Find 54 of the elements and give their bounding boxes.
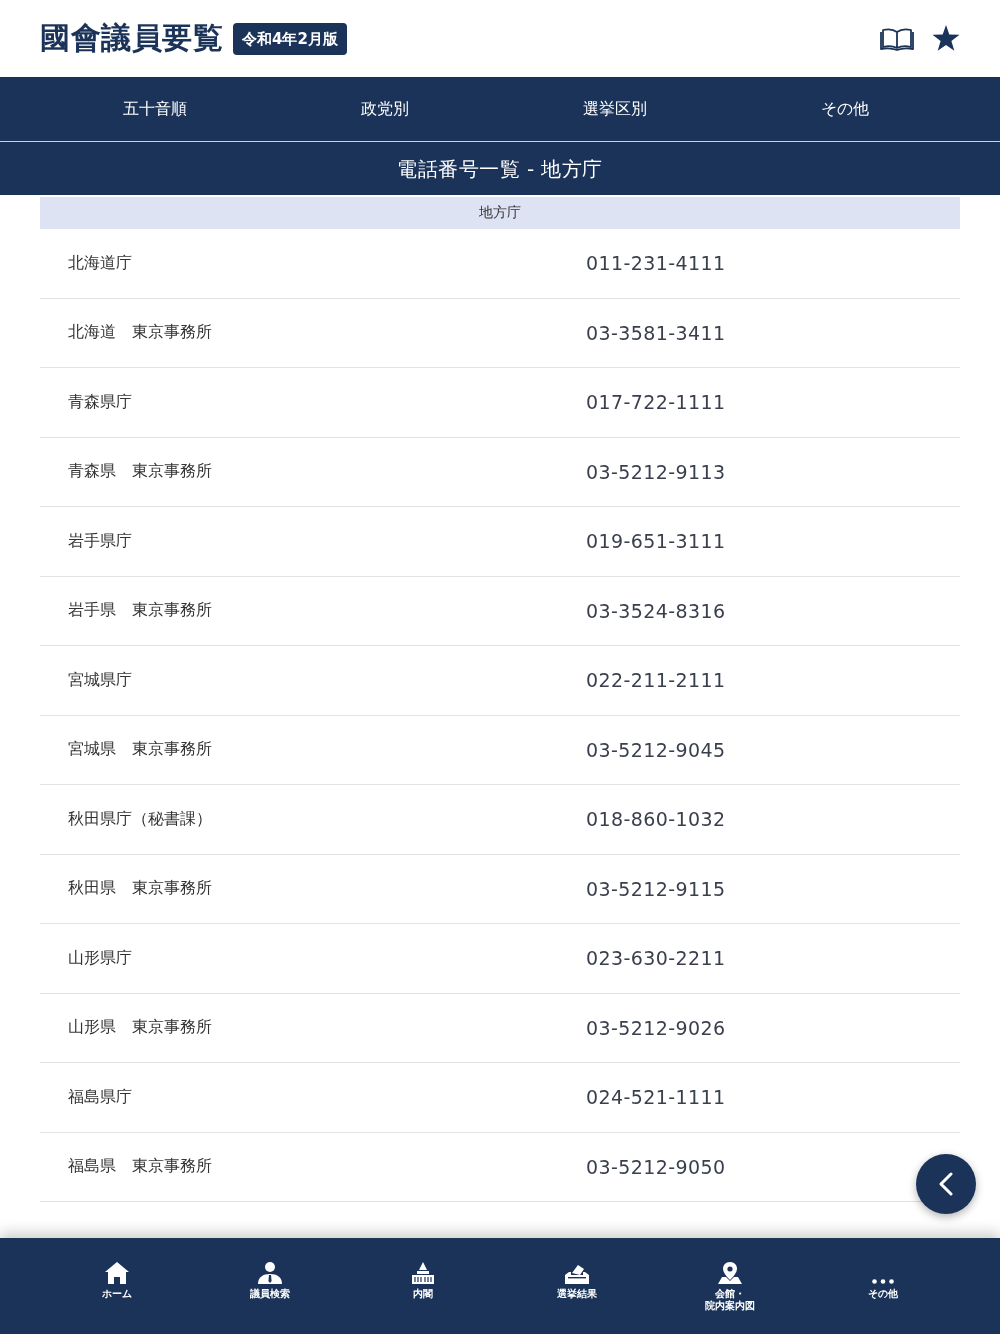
page-title: 電話番号一覧 - 地方庁 <box>397 155 603 183</box>
parliament-building-icon <box>411 1262 436 1284</box>
office-name: 山形県庁 <box>68 947 133 969</box>
phone-number: 03-5212-9045 <box>586 738 727 761</box>
phone-number: 018-860-1032 <box>586 808 727 831</box>
favorite-button[interactable] <box>932 25 960 52</box>
office-name: 青森県庁 <box>68 391 133 413</box>
phone-number: 017-722-1111 <box>586 391 727 414</box>
nav-item[interactable]: その他 <box>806 1238 960 1334</box>
office-name: 北海道 東京事務所 <box>68 322 213 344</box>
office-name: 福島県 東京事務所 <box>68 1156 213 1178</box>
office-name: 秋田県庁（秘書課） <box>68 808 213 830</box>
phone-number: 03-3524-8316 <box>586 599 727 622</box>
category-tab[interactable]: 五十音順 <box>40 77 270 141</box>
phone-number: 03-5212-9026 <box>586 1016 727 1039</box>
nav-item[interactable]: 選挙結果 <box>500 1238 654 1334</box>
more-icon <box>872 1279 895 1284</box>
section-header: 地方庁 <box>40 197 960 229</box>
phone-number: 022-211-2111 <box>586 669 727 692</box>
ballot-box-icon <box>564 1264 589 1284</box>
phone-number: 03-5212-9050 <box>586 1155 727 1178</box>
phone-number: 024-521-1111 <box>586 1086 727 1109</box>
office-name: 福島県庁 <box>68 1086 133 1108</box>
phone-number: 011-231-4111 <box>586 252 727 275</box>
phone-number: 023-630-2211 <box>586 947 727 970</box>
office-name: 宮城県 東京事務所 <box>68 739 213 761</box>
category-tab[interactable]: 選挙区別 <box>500 77 730 141</box>
office-name: 青森県 東京事務所 <box>68 461 213 483</box>
category-tab[interactable]: その他 <box>730 77 960 141</box>
map-pin-icon <box>718 1262 742 1284</box>
office-name: 秋田県 東京事務所 <box>68 878 213 900</box>
app-title: 國會議員要覧 <box>40 19 223 57</box>
phone-number: 03-3581-3411 <box>586 321 727 344</box>
home-icon <box>104 1262 129 1284</box>
star-icon <box>932 25 960 52</box>
chevron-left-icon <box>939 1172 953 1196</box>
edition-badge: 令和4年2月版 <box>233 22 347 55</box>
nav-item[interactable]: 議員検索 <box>193 1238 347 1334</box>
office-name: 山形県 東京事務所 <box>68 1017 213 1039</box>
book-button[interactable] <box>880 26 914 51</box>
office-name: 岩手県庁 <box>68 530 133 552</box>
nav-item[interactable]: ホーム <box>40 1238 194 1334</box>
office-name: 岩手県 東京事務所 <box>68 600 213 622</box>
back-button[interactable] <box>916 1154 976 1214</box>
book-icon <box>880 26 914 51</box>
nav-item[interactable]: 内閣 <box>346 1238 500 1334</box>
category-tab[interactable]: 政党別 <box>270 77 500 141</box>
nav-item[interactable]: 会館・ 院内案内図 <box>653 1238 807 1334</box>
office-name: 北海道庁 <box>68 252 133 274</box>
phone-number: 03-5212-9113 <box>586 460 727 483</box>
phone-number: 019-651-3111 <box>586 530 727 553</box>
person-icon <box>258 1262 282 1284</box>
phone-number: 03-5212-9115 <box>586 877 727 900</box>
office-name: 宮城県庁 <box>68 669 133 691</box>
